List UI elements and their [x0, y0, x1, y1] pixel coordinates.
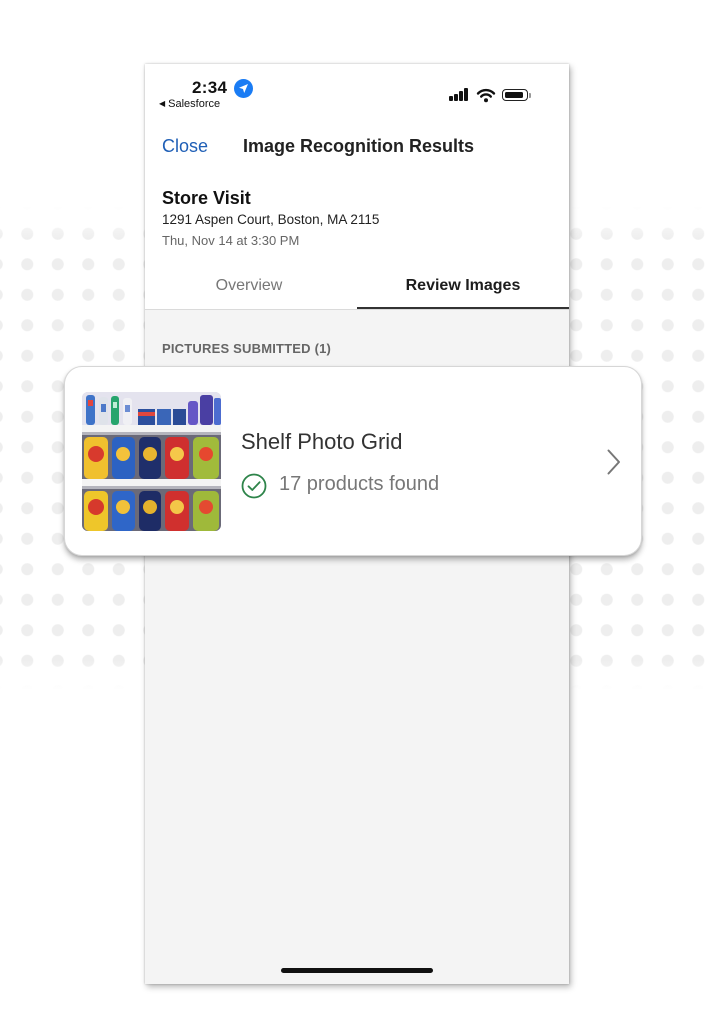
picture-status: 17 products found — [279, 473, 440, 495]
visit-datetime: Thu, Nov 14 at 3:30 PM — [162, 233, 300, 248]
status-icons — [449, 88, 535, 104]
close-button[interactable]: Close — [162, 136, 208, 157]
check-circle-icon — [241, 473, 267, 499]
battery-icon — [502, 89, 528, 101]
pictures-section-header: PICTURES SUBMITTED (1) — [162, 341, 332, 356]
chevron-right-icon — [607, 449, 620, 475]
active-tab-indicator — [357, 307, 569, 309]
header-panel: 2:34 ◀ Salesforce Close Image Recognitio… — [145, 64, 569, 310]
tab-overview[interactable]: Overview — [145, 277, 353, 295]
back-caret-icon: ◀ — [159, 99, 166, 108]
picture-title: Shelf Photo Grid — [241, 429, 403, 454]
cellular-signal-icon — [449, 88, 469, 101]
picture-list-item[interactable]: Shelf Photo Grid 17 products found — [64, 366, 642, 556]
shelf-photo-thumbnail — [82, 392, 221, 531]
tab-review-images[interactable]: Review Images — [357, 277, 569, 295]
wifi-icon — [476, 88, 496, 103]
location-arrow-icon — [234, 79, 253, 98]
back-to-app-link[interactable]: ◀ Salesforce — [159, 98, 220, 110]
back-app-label: Salesforce — [168, 98, 221, 110]
home-indicator[interactable] — [281, 968, 433, 973]
page-title: Image Recognition Results — [243, 136, 475, 156]
visit-title: Store Visit — [162, 188, 251, 208]
status-time: 2:34 — [192, 78, 228, 97]
visit-address: 1291 Aspen Court, Boston, MA 2115 — [162, 212, 380, 227]
battery-nub — [529, 93, 531, 98]
